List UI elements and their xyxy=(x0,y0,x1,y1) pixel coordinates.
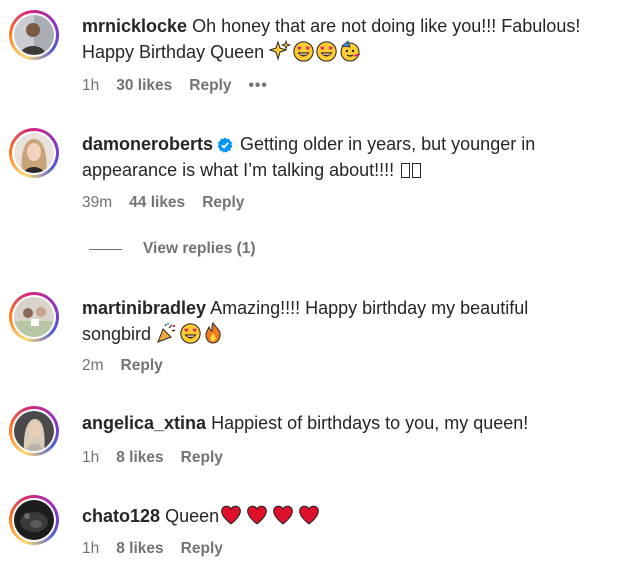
red-heart-emoji xyxy=(219,504,243,526)
red-heart-emoji xyxy=(245,504,269,526)
avatar-story-ring[interactable] xyxy=(9,495,59,545)
reply-button[interactable]: Reply xyxy=(181,540,223,558)
comment-meta: 1h 8 likes Reply xyxy=(82,540,240,558)
avatar xyxy=(14,500,54,540)
red-heart-emoji xyxy=(297,504,321,526)
comment-timestamp: 1h xyxy=(82,540,100,557)
comment-body-line1: Queen xyxy=(165,506,220,526)
comment-item: chato128 Queen 1h 8 likes Reply xyxy=(0,0,634,585)
red-heart-emoji xyxy=(271,504,295,526)
comment-username[interactable]: chato128 xyxy=(82,506,160,526)
comment-likes[interactable]: 8 likes xyxy=(116,540,163,558)
comment-text: chato128 Queen xyxy=(82,503,627,529)
